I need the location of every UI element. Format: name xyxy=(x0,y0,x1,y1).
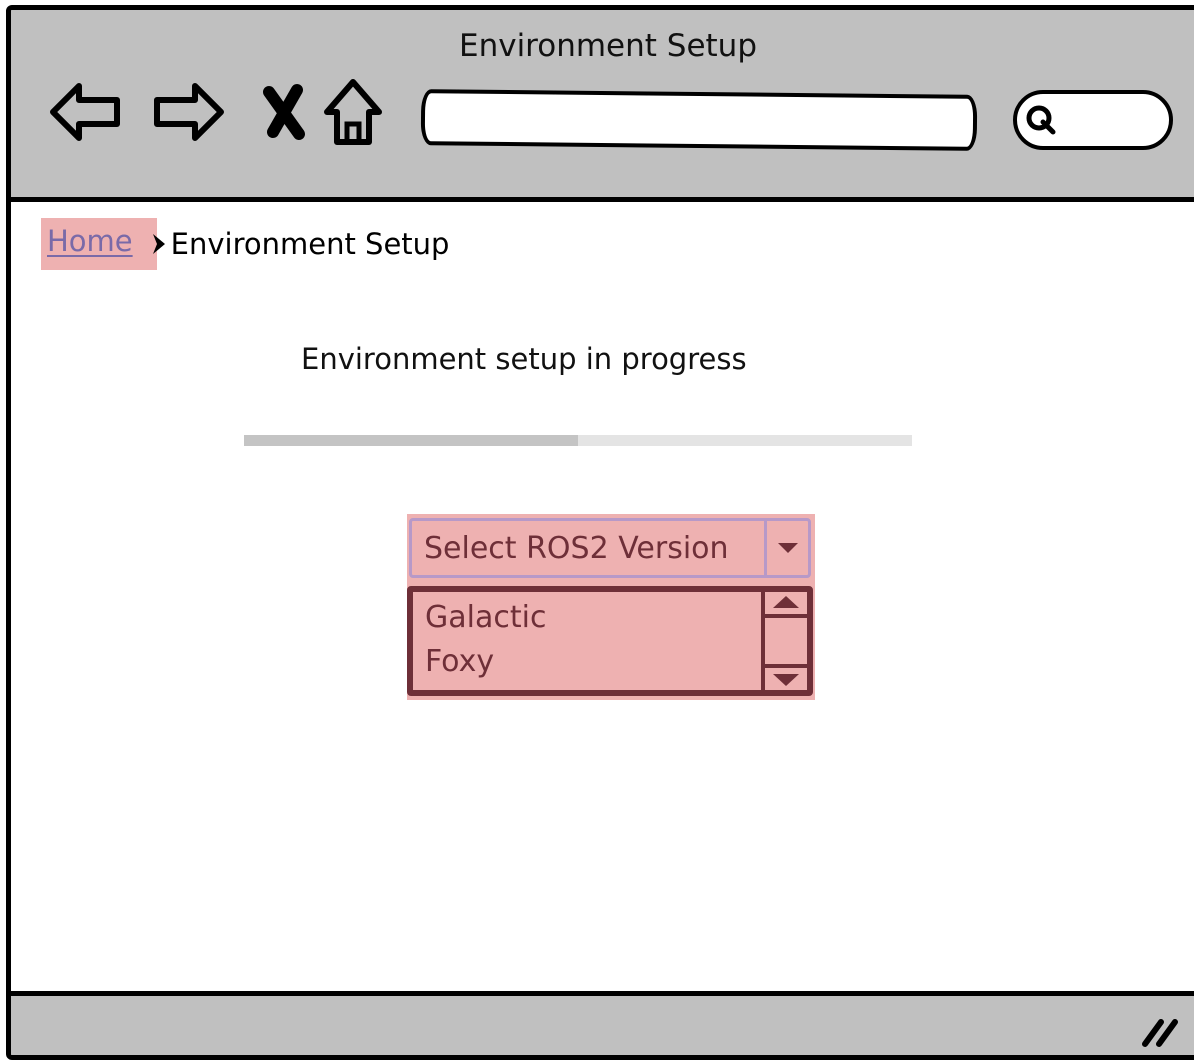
progress-status-text: Environment setup in progress xyxy=(301,342,747,376)
option-foxy[interactable]: Foxy xyxy=(425,644,494,679)
search-input[interactable] xyxy=(1013,90,1173,150)
url-bar[interactable] xyxy=(420,89,978,151)
status-bar xyxy=(11,991,1194,1055)
select-toggle[interactable] xyxy=(764,521,808,575)
progress-bar xyxy=(244,435,912,446)
window-title: Environment Setup xyxy=(458,28,758,64)
caret-down-icon xyxy=(773,674,799,686)
back-arrow-icon[interactable] xyxy=(47,72,127,152)
progress-bar-fill xyxy=(244,435,578,446)
home-icon[interactable] xyxy=(313,72,393,152)
caret-up-icon xyxy=(773,596,799,608)
ros2-version-dropdown: Select ROS2 Version Galactic Foxy xyxy=(407,514,815,700)
list-scrollbar[interactable] xyxy=(761,592,807,690)
breadcrumb-current: Environment Setup xyxy=(170,227,450,261)
version-options-list: Galactic Foxy xyxy=(407,586,813,696)
chevron-down-icon xyxy=(777,543,798,553)
select-value: Select ROS2 Version xyxy=(424,531,729,566)
option-galactic[interactable]: Galactic xyxy=(425,600,546,635)
chevron-right-icon xyxy=(149,230,169,258)
breadcrumb: Home Environment Setup xyxy=(41,216,449,272)
forward-arrow-icon[interactable] xyxy=(147,72,227,152)
resize-grip-icon[interactable] xyxy=(1139,1014,1181,1048)
page-content: Home Environment Setup Environment setup… xyxy=(11,202,1194,991)
ros2-version-select[interactable]: Select ROS2 Version xyxy=(409,518,811,578)
scroll-up-button[interactable] xyxy=(765,592,807,618)
browser-window: Environment Setup Home Environment Setup xyxy=(6,5,1194,1060)
search-icon xyxy=(1023,102,1059,138)
breadcrumb-home-link[interactable]: Home xyxy=(41,218,157,270)
scroll-down-button[interactable] xyxy=(765,664,807,690)
title-bar: Environment Setup xyxy=(11,10,1194,202)
